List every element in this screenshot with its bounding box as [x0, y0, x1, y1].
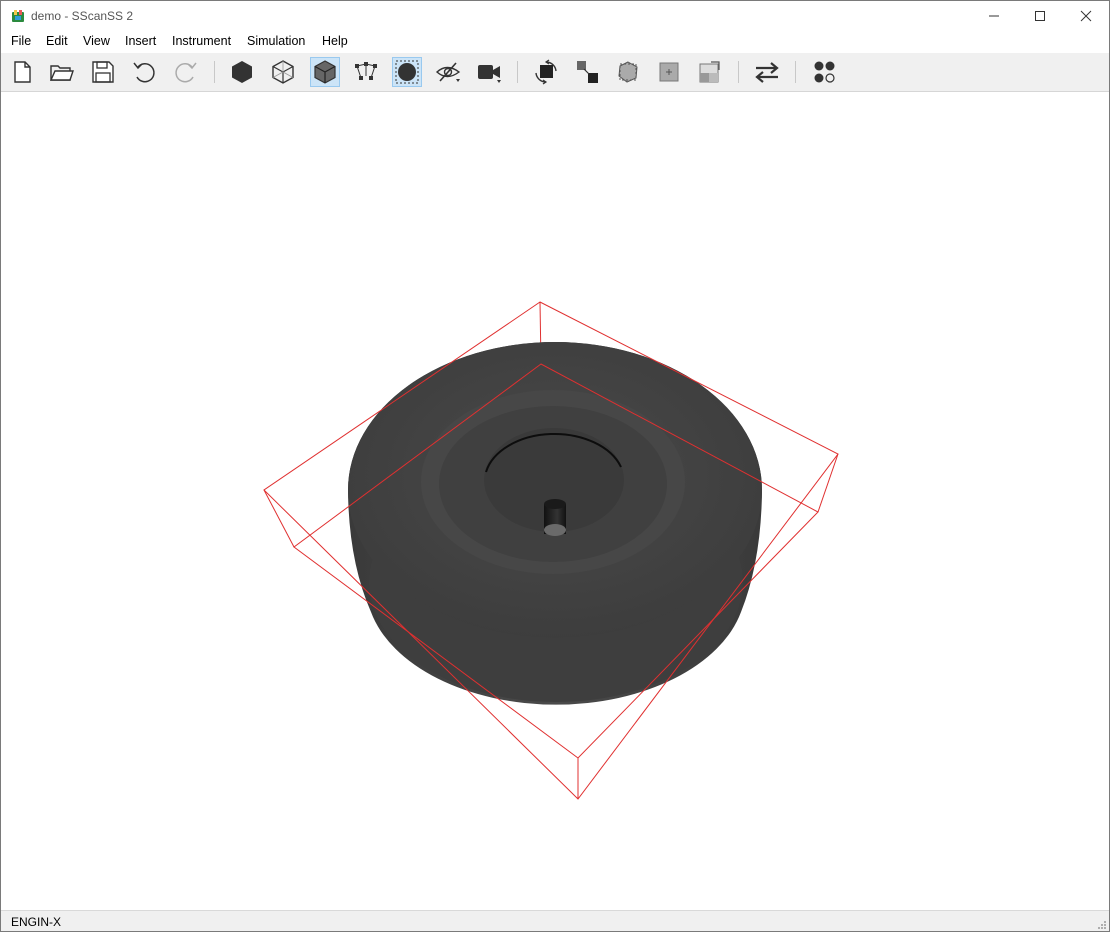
close-icon [1080, 10, 1092, 22]
new-file-icon [14, 61, 31, 83]
resize-grip-icon[interactable] [1097, 920, 1107, 930]
solid-render-icon [232, 61, 252, 83]
toggle-points-icon [355, 62, 377, 80]
camera-icon [478, 65, 501, 83]
toolbar-separator [738, 61, 739, 83]
plane-align-icon [699, 61, 720, 83]
minimize-icon [989, 15, 999, 17]
main-toolbar [1, 53, 1109, 92]
instrument-label: ENGIN-X [11, 915, 62, 929]
swap-positioner-icon [755, 62, 779, 83]
save-icon [92, 61, 114, 83]
swap-positioner-button[interactable] [752, 57, 782, 87]
rotate-sample-icon [535, 59, 557, 85]
open-folder-icon [49, 65, 74, 81]
wireframe-render-icon [272, 60, 294, 84]
move-origin-icon [659, 62, 679, 82]
graphics-viewport[interactable] [1, 92, 1109, 910]
toggle-bounding-box-icon [395, 60, 419, 84]
open-project-button[interactable] [47, 57, 77, 87]
menu-simulation[interactable]: Simulation [245, 34, 307, 48]
menu-insert[interactable]: Insert [123, 34, 158, 48]
menu-edit[interactable]: Edit [44, 34, 70, 48]
minimize-button[interactable] [971, 1, 1017, 31]
disc-body [348, 342, 762, 705]
toggle-points-button[interactable] [351, 57, 381, 87]
maximize-button[interactable] [1017, 1, 1063, 31]
move-origin-button[interactable] [654, 57, 684, 87]
maximize-icon [1035, 11, 1045, 21]
transform-matrix-icon [618, 61, 638, 83]
new-project-button[interactable] [7, 57, 37, 87]
undo-button[interactable] [129, 57, 159, 87]
visibility-button[interactable] [433, 57, 463, 87]
rotate-sample-button[interactable] [531, 57, 561, 87]
menu-file[interactable]: File [9, 34, 33, 48]
plane-align-button[interactable] [695, 57, 725, 87]
translate-sample-icon [577, 61, 598, 83]
status-bar: ENGIN-X [1, 910, 1109, 931]
disc-sample [263, 301, 839, 800]
transparent-render-button[interactable] [310, 57, 340, 87]
toolbar-separator [517, 61, 518, 83]
toggle-bounding-box-button[interactable] [392, 57, 422, 87]
positioner-control-icon [814, 61, 835, 83]
menu-bar: File Edit View Insert Instrument Simulat… [1, 31, 1109, 53]
toolbar-separator [214, 61, 215, 83]
main-window: demo - SScanSS 2 File Edit View Insert I… [0, 0, 1110, 932]
wireframe-render-button[interactable] [268, 57, 298, 87]
transform-matrix-button[interactable] [613, 57, 643, 87]
solid-render-button[interactable] [227, 57, 257, 87]
undo-icon [133, 62, 155, 83]
menu-view[interactable]: View [81, 34, 112, 48]
transparent-render-icon [314, 60, 336, 84]
save-project-button[interactable] [88, 57, 118, 87]
visibility-icon [435, 62, 461, 82]
title-bar: demo - SScanSS 2 [1, 1, 1109, 31]
camera-button[interactable] [474, 57, 504, 87]
window-title: demo - SScanSS 2 [31, 9, 134, 23]
close-button[interactable] [1063, 1, 1109, 31]
menu-help[interactable]: Help [320, 34, 350, 48]
translate-sample-button[interactable] [572, 57, 602, 87]
redo-button[interactable] [171, 57, 201, 87]
positioner-control-button[interactable] [809, 57, 839, 87]
menu-instrument[interactable]: Instrument [170, 34, 233, 48]
redo-icon [175, 62, 197, 83]
sscanss-app-icon [12, 10, 24, 22]
toolbar-separator [795, 61, 796, 83]
